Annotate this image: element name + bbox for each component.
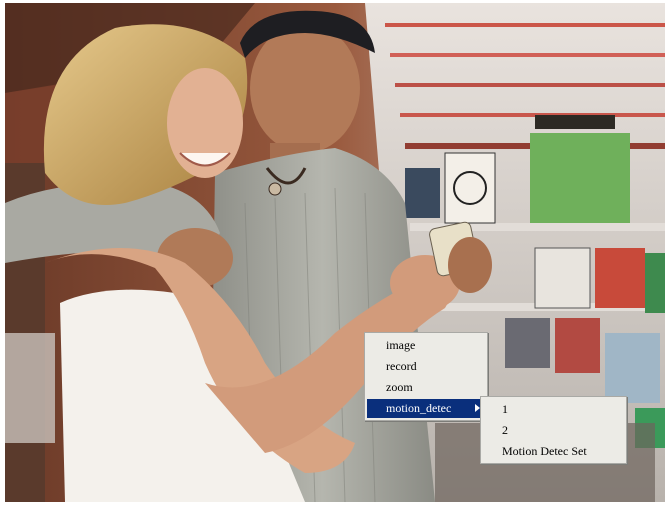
submenu-item-1[interactable]: 1 (483, 400, 624, 419)
submenu-item-label: 2 (502, 423, 508, 437)
menu-item-zoom[interactable]: zoom (367, 378, 485, 397)
context-menu: image record zoom motion_detec (364, 332, 488, 421)
screen: image record zoom motion_detec 1 2 Motio… (0, 0, 670, 506)
motion-detec-submenu: 1 2 Motion Detec Set (480, 396, 627, 464)
menu-item-motion-detec[interactable]: motion_detec (367, 399, 485, 418)
menu-item-label: record (386, 359, 417, 373)
menu-item-label: motion_detec (386, 401, 452, 415)
submenu-item-label: Motion Detec Set (502, 444, 587, 458)
menu-item-record[interactable]: record (367, 357, 485, 376)
submenu-item-motion-detec-set[interactable]: Motion Detec Set (483, 442, 624, 461)
menu-item-image[interactable]: image (367, 336, 485, 355)
menu-item-label: zoom (386, 380, 413, 394)
submenu-item-label: 1 (502, 402, 508, 416)
menu-item-label: image (386, 338, 416, 352)
submenu-item-2[interactable]: 2 (483, 421, 624, 440)
